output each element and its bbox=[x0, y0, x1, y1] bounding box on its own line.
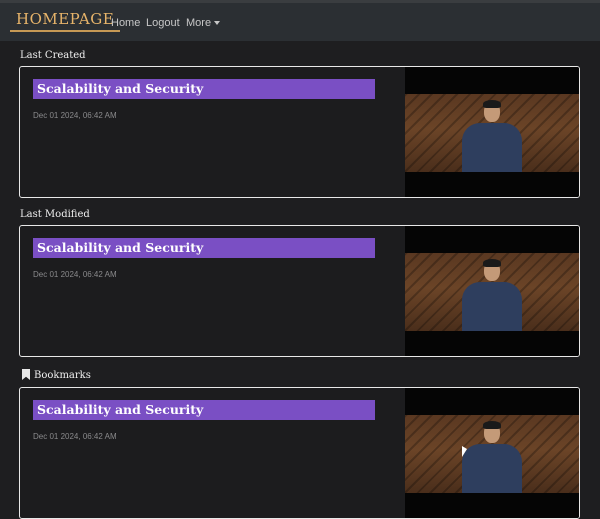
top-navbar: HOMEPAGE Home Logout More bbox=[0, 0, 600, 41]
section-title-last-created: Last Created bbox=[20, 50, 86, 61]
media-card[interactable]: Scalability and Security Dec 01 2024, 06… bbox=[19, 387, 580, 519]
video-thumbnail[interactable] bbox=[405, 226, 579, 356]
nav-more-dropdown[interactable]: More bbox=[186, 17, 221, 29]
card-date: Dec 01 2024, 06:42 AM bbox=[33, 111, 117, 120]
thumb-person-hair bbox=[483, 259, 501, 267]
section-title-label: Bookmarks bbox=[34, 370, 91, 381]
thumbnail-scene bbox=[405, 94, 579, 172]
thumb-person-body bbox=[462, 123, 522, 172]
card-title[interactable]: Scalability and Security bbox=[33, 238, 375, 258]
card-title[interactable]: Scalability and Security bbox=[33, 79, 375, 99]
nav-more-label: More bbox=[186, 17, 212, 29]
nav-logout-link[interactable]: Logout bbox=[146, 17, 180, 29]
media-card[interactable]: Scalability and Security Dec 01 2024, 06… bbox=[19, 66, 580, 198]
thumb-person-hair bbox=[483, 421, 501, 429]
brand-logo[interactable]: HOMEPAGE bbox=[10, 10, 121, 32]
thumb-person-body bbox=[462, 444, 522, 493]
section-title-bookmarks: Bookmarks bbox=[22, 369, 91, 381]
section-title-last-modified: Last Modified bbox=[20, 209, 90, 220]
video-thumbnail[interactable] bbox=[405, 388, 579, 518]
card-date: Dec 01 2024, 06:42 AM bbox=[33, 432, 117, 441]
caret-down-icon bbox=[214, 21, 221, 26]
card-date: Dec 01 2024, 06:42 AM bbox=[33, 270, 117, 279]
thumbnail-scene bbox=[405, 415, 579, 493]
card-title[interactable]: Scalability and Security bbox=[33, 400, 375, 420]
mouse-cursor-icon bbox=[462, 446, 467, 457]
media-card[interactable]: Scalability and Security Dec 01 2024, 06… bbox=[19, 225, 580, 357]
thumbnail-scene bbox=[405, 253, 579, 331]
thumb-person-body bbox=[462, 282, 522, 331]
thumb-person-hair bbox=[483, 100, 501, 108]
video-thumbnail[interactable] bbox=[405, 67, 579, 197]
nav-home-link[interactable]: Home bbox=[111, 17, 140, 29]
bookmark-icon bbox=[22, 369, 30, 380]
